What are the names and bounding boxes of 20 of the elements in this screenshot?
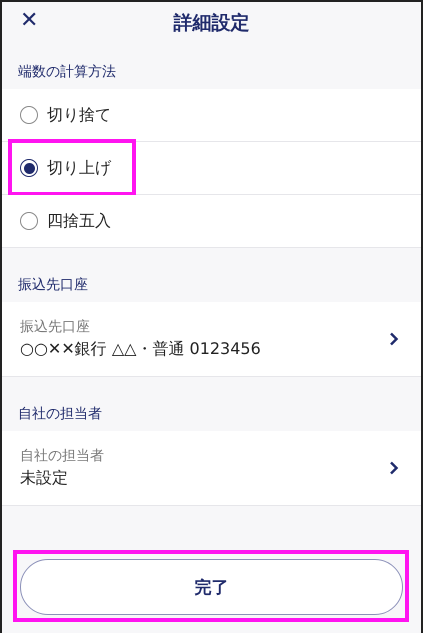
radio-option[interactable]: 切り捨て	[2, 89, 421, 141]
radio-option[interactable]: 切り上げ	[2, 142, 421, 194]
radio-button[interactable]	[20, 106, 38, 124]
row-label: 振込先口座	[20, 318, 91, 336]
row-label: 自社の担当者	[20, 447, 105, 465]
radio-option[interactable]: 四捨五入	[2, 195, 421, 247]
section-heading: 振込先口座	[18, 276, 88, 294]
radio-button[interactable]	[20, 159, 38, 177]
row-value: ○○✕✕銀行 △△・普通 0123456	[20, 339, 262, 360]
section-heading: 自社の担当者	[18, 405, 102, 423]
chevron-right-icon	[389, 332, 399, 346]
chevron-right-icon	[389, 461, 399, 475]
section-heading: 端数の計算方法	[18, 63, 116, 81]
row-value: 未設定	[20, 468, 69, 489]
radio-button[interactable]	[20, 212, 38, 230]
done-button[interactable]: 完了	[20, 559, 403, 615]
settings-row[interactable]: 振込先口座 ○○✕✕銀行 △△・普通 0123456	[2, 302, 421, 376]
page-title: 詳細設定	[174, 11, 250, 36]
close-button[interactable]: ✕	[18, 8, 40, 33]
settings-row[interactable]: 自社の担当者 未設定	[2, 431, 421, 505]
